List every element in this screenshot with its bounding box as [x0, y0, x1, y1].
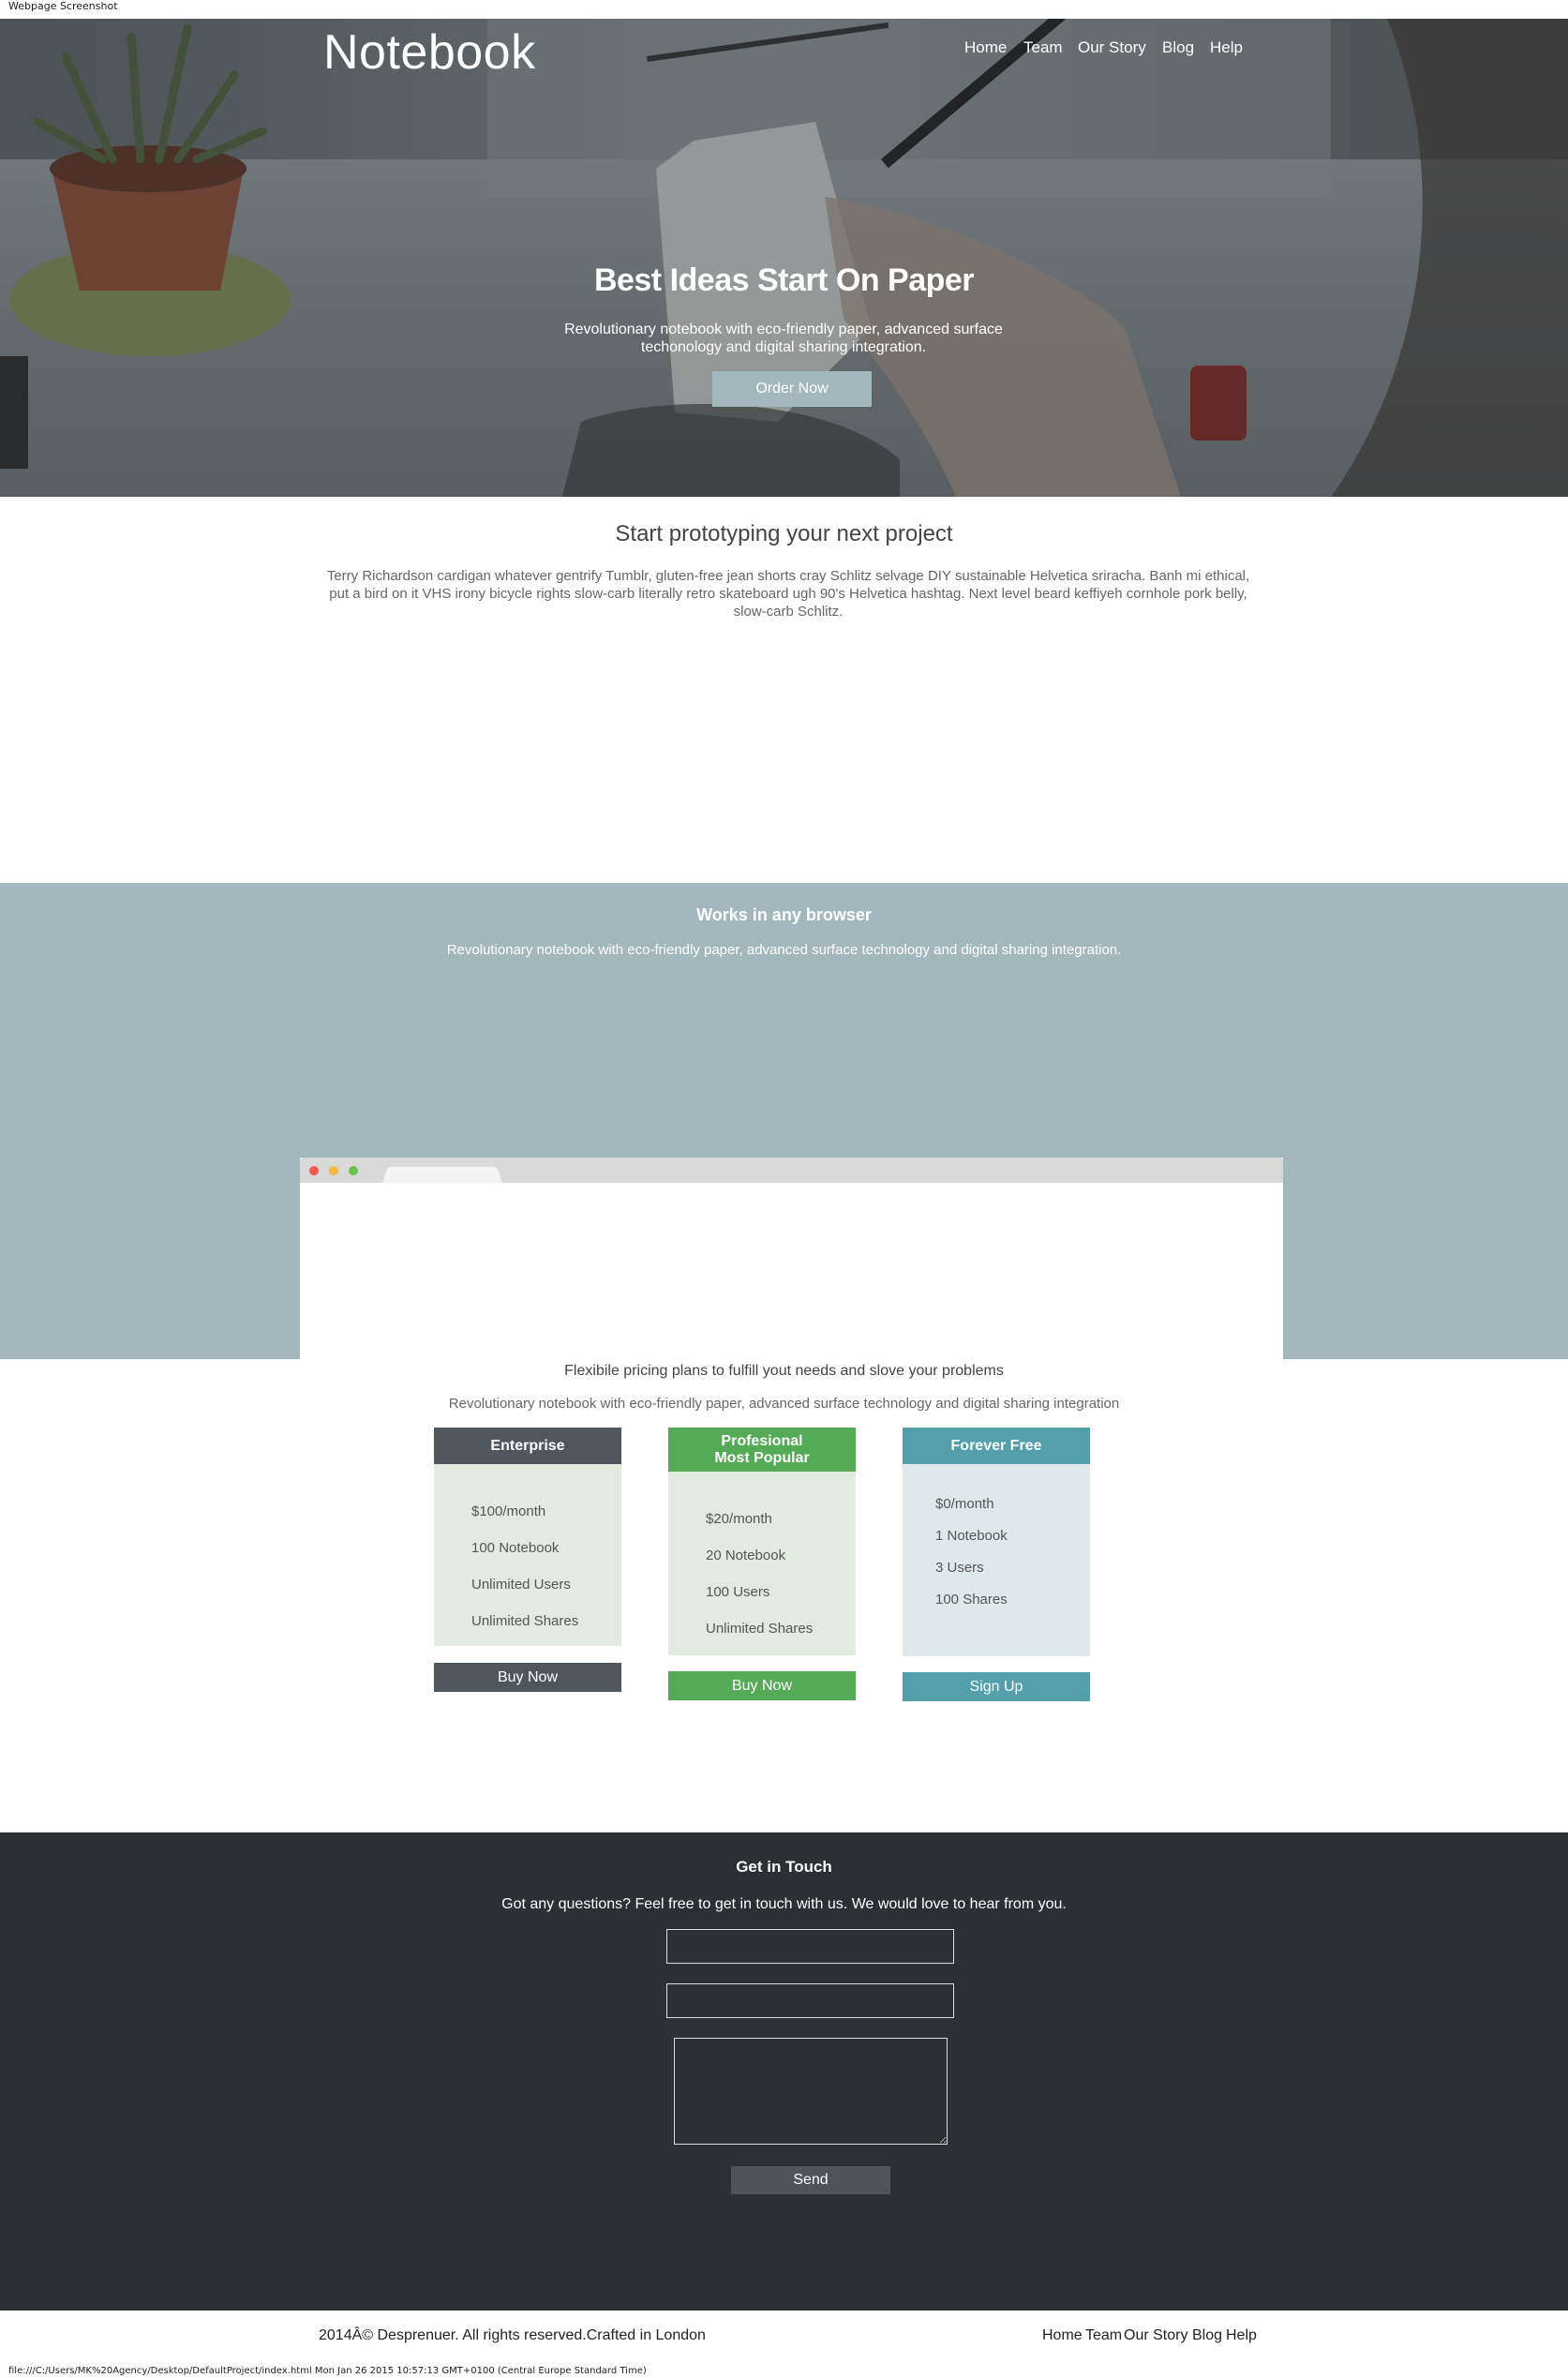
contact-email-field[interactable]: [666, 1983, 954, 2018]
nav-team[interactable]: Team: [1023, 38, 1063, 57]
plan-feature: 100 Users: [706, 1584, 770, 1600]
contact-message-field[interactable]: [674, 2038, 948, 2145]
plan-enterprise-body: $100/month 100 Notebook Unlimited Users …: [434, 1464, 621, 1646]
footer-nav-help[interactable]: Help: [1226, 2327, 1257, 2344]
nav-help[interactable]: Help: [1210, 38, 1243, 57]
print-footer: file:///C:/Users/MK%20Agency/Desktop/Def…: [8, 2366, 647, 2376]
prototype-text: Terry Richardson cardigan whatever gentr…: [326, 568, 1250, 620]
send-button[interactable]: Send: [731, 2166, 890, 2194]
plan-feature: Unlimited Shares: [706, 1621, 814, 1637]
plan-free-name: Forever Free: [950, 1438, 1042, 1454]
prototype-title: Start prototyping your next project: [615, 521, 953, 546]
plan-feature: 3 Users: [935, 1560, 984, 1576]
plan-enterprise-name: Enterprise: [490, 1438, 565, 1454]
plan-feature: Unlimited Shares: [471, 1613, 579, 1629]
close-dot-icon: [309, 1166, 319, 1175]
plan-feature: 100 Shares: [935, 1592, 1008, 1608]
order-now-button[interactable]: Order Now: [712, 371, 872, 407]
pricing-subtitle: Revolutionary notebook with eco-friendly…: [448, 1396, 1120, 1412]
plan-professional-name: Profesional: [721, 1433, 803, 1449]
plan-feature: $0/month: [935, 1496, 994, 1512]
hero-title: Best Ideas Start On Paper: [593, 262, 975, 298]
plan-feature: $20/month: [706, 1511, 772, 1527]
print-header: Webpage Screenshot: [8, 0, 118, 12]
maximize-dot-icon: [349, 1166, 358, 1175]
contact-subtitle: Got any questions? Feel free to get in t…: [501, 1896, 1067, 1912]
plan-free-body: $0/month 1 Notebook 3 Users 100 Shares: [903, 1464, 1090, 1656]
minimize-dot-icon: [329, 1166, 338, 1175]
hero-overlay: [0, 19, 1568, 497]
plan-professional-tag: Most Popular: [714, 1450, 810, 1466]
plan-enterprise-header: Enterprise: [434, 1428, 621, 1464]
nav-our-story[interactable]: Our Story: [1078, 38, 1146, 57]
site-logo[interactable]: Notebook: [323, 24, 536, 81]
browser-mockup: [300, 1158, 1283, 1359]
footer-copyright: 2014Â© Desprenuer. All rights reserved.C…: [319, 2327, 706, 2343]
plan-feature: 100 Notebook: [471, 1540, 560, 1556]
contact-name-field[interactable]: [666, 1929, 954, 1964]
hero-section: [0, 19, 1568, 497]
plan-feature: 20 Notebook: [706, 1548, 786, 1563]
contact-title: Get in Touch: [736, 1858, 832, 1876]
hero-subtitle: Revolutionary notebook with eco-friendly…: [564, 322, 1003, 355]
footer-nav-home[interactable]: Home: [1042, 2327, 1083, 2344]
plan-free-header: Forever Free: [903, 1428, 1090, 1464]
plan-feature: $100/month: [471, 1503, 546, 1519]
footer-nav-team[interactable]: Team: [1085, 2327, 1122, 2344]
footer-nav-our-story[interactable]: Our Story: [1124, 2327, 1187, 2344]
pricing-title: Flexibile pricing plans to fulfill yout …: [564, 1363, 1004, 1379]
plan-feature: Unlimited Users: [471, 1577, 571, 1593]
plan-professional-body: $20/month 20 Notebook 100 Users Unlimite…: [668, 1472, 856, 1655]
plan-free-signup-button[interactable]: Sign Up: [903, 1672, 1090, 1701]
plan-professional-header: Profesional Most Popular: [668, 1428, 856, 1472]
browser-mockup-toolbar: [300, 1158, 1283, 1183]
plan-professional-buy-button[interactable]: Buy Now: [668, 1671, 856, 1700]
footer-nav-blog[interactable]: Blog: [1192, 2327, 1222, 2344]
plan-enterprise-buy-button[interactable]: Buy Now: [434, 1663, 621, 1692]
browser-mockup-tab: [382, 1166, 502, 1183]
nav-blog[interactable]: Blog: [1162, 38, 1194, 57]
plan-feature: 1 Notebook: [935, 1528, 1008, 1544]
nav-home[interactable]: Home: [964, 38, 1007, 57]
browser-section-subtitle: Revolutionary notebook with eco-friendly…: [446, 942, 1122, 958]
browser-section-title: Works in any browser: [696, 905, 872, 924]
